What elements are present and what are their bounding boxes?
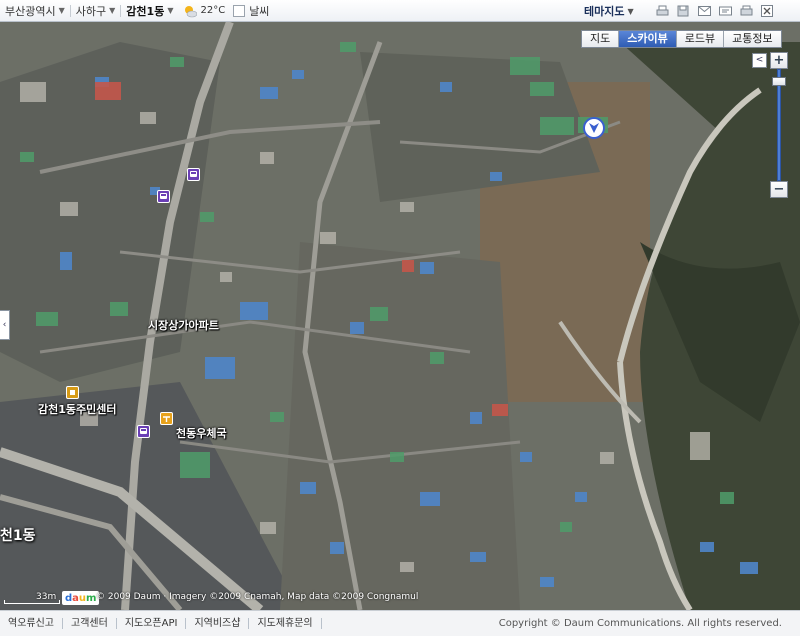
scale-bar — [4, 600, 60, 604]
zoom-handle[interactable] — [772, 77, 786, 86]
footer-link-support[interactable]: 고객센터 — [63, 618, 117, 629]
caret-down-icon: ▼ — [58, 6, 65, 15]
weather-toggle-label: 날씨 — [249, 4, 270, 18]
region-select-dong[interactable]: 감천1동 ▼ — [121, 0, 178, 22]
save-icon[interactable] — [676, 4, 690, 18]
region-dong-label: 감천1동 — [126, 4, 165, 18]
daum-logo[interactable]: daum — [62, 591, 100, 605]
close-icon[interactable] — [760, 4, 774, 18]
post-office-icon[interactable] — [160, 412, 173, 425]
tab-map[interactable]: 지도 — [582, 31, 620, 47]
region-city-label: 부산광역시 — [5, 4, 56, 18]
footer-link-bizshop[interactable]: 지역비즈샵 — [186, 618, 250, 629]
footer-link-partnership[interactable]: 지도제휴문의 — [249, 618, 322, 629]
bus-stop-icon[interactable] — [137, 425, 150, 438]
zoom-out-button[interactable]: − — [770, 181, 788, 198]
zoom-slider[interactable] — [770, 69, 788, 181]
theme-map-dropdown[interactable]: 테마지도 ▼ — [584, 0, 634, 22]
label-apartment[interactable]: 시장상가아파트 — [148, 317, 219, 333]
toolbar-icons — [648, 0, 774, 22]
weather-checkbox[interactable] — [233, 4, 246, 17]
collapse-panel-button[interactable]: < — [752, 53, 767, 68]
tab-traffic[interactable]: 교통정보 — [724, 31, 781, 47]
map-app: 부산광역시 ▼ 사하구 ▼ 감천1동 ▼ 22°C 날씨 테마지도 ▼ 지도 스… — [0, 0, 800, 636]
label-community-center[interactable]: 감천1동주민센터 — [38, 401, 117, 417]
caret-down-icon: ▼ — [627, 6, 634, 16]
map-type-switcher: 지도 스카이뷰 로드뷰 교통정보 — [581, 30, 782, 48]
zoom-in-button[interactable]: + — [770, 52, 788, 69]
region-select-district[interactable]: 사하구 ▼ — [71, 0, 121, 22]
bus-stop-icon[interactable] — [157, 190, 170, 203]
print-preview-icon[interactable] — [739, 4, 753, 18]
tab-roadview[interactable]: 로드뷰 — [676, 31, 725, 47]
label-district: 천1동 — [0, 528, 36, 544]
footer-copyright: Copyright © Daum Communications. All rig… — [498, 618, 782, 629]
print-icon[interactable] — [655, 4, 669, 18]
top-toolbar: 부산광역시 ▼ 사하구 ▼ 감천1동 ▼ 22°C 날씨 테마지도 ▼ — [0, 0, 800, 22]
bus-stop-icon[interactable] — [187, 168, 200, 181]
government-office-icon[interactable] — [66, 386, 79, 399]
tab-skyview[interactable]: 스카이뷰 — [619, 31, 677, 47]
mail-icon[interactable] — [697, 4, 711, 18]
footer: 역오류신고 고객센터 지도오픈API 지역비즈샵 지도제휴문의 Copyrigh… — [0, 610, 800, 636]
footer-link-report[interactable]: 역오류신고 — [0, 618, 63, 629]
satellite-imagery — [0, 22, 800, 610]
theme-map-label: 테마지도 — [584, 5, 625, 18]
location-marker-icon[interactable] — [583, 117, 605, 139]
region-select-city[interactable]: 부산광역시 ▼ — [0, 0, 70, 22]
region-district-label: 사하구 — [75, 4, 107, 18]
footer-link-api[interactable]: 지도오픈API — [117, 618, 187, 629]
temperature-text: 22°C — [200, 5, 226, 16]
caret-down-icon: ▼ — [109, 6, 116, 15]
sun-cloud-icon — [185, 5, 198, 17]
link-icon[interactable] — [718, 4, 732, 18]
caret-down-icon: ▼ — [167, 6, 174, 15]
label-post-office[interactable]: 천동우체국 — [176, 425, 227, 441]
skyview-map[interactable]: 지도 스카이뷰 로드뷰 교통정보 < + − ‹ 시장상가아파트 감천1동주민센… — [0, 22, 800, 610]
map-copyright: © 2009 Daum · Imagery ©2009 Cnamah, Map … — [96, 592, 419, 602]
zoom-control: + − — [770, 52, 790, 198]
side-panel-toggle[interactable]: ‹ — [0, 310, 10, 340]
